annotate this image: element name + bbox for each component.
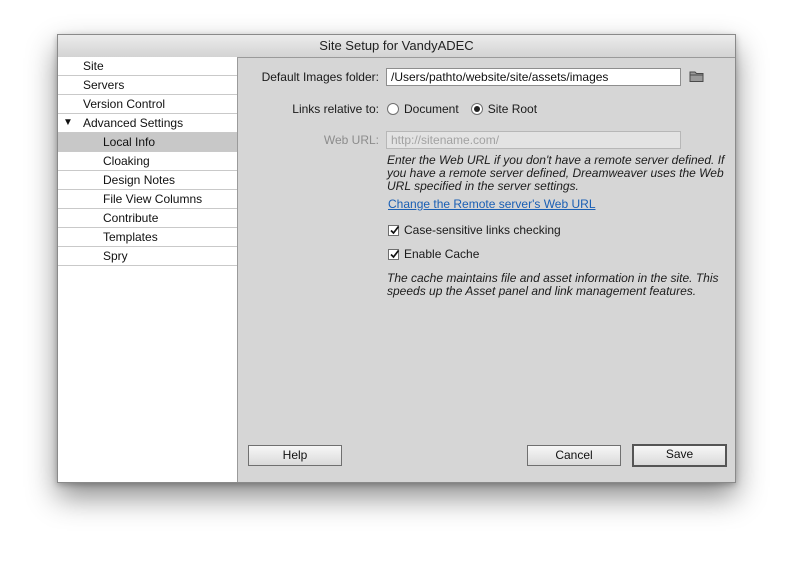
cancel-button[interactable]: Cancel (527, 445, 621, 466)
save-button[interactable]: Save (632, 444, 727, 467)
sidebar-item-cloaking[interactable]: Cloaking (58, 152, 237, 171)
window-title: Site Setup for VandyADEC (58, 35, 735, 58)
disclosure-triangle-icon[interactable]: ▼ (63, 114, 73, 132)
checkmark-icon (390, 225, 400, 234)
help-button[interactable]: Help (248, 445, 342, 466)
sidebar-item-contribute[interactable]: Contribute (58, 209, 237, 228)
sidebar-item-version-control[interactable]: Version Control (58, 95, 237, 114)
sidebar-item-file-view-columns[interactable]: File View Columns (58, 190, 237, 209)
case-sensitive-label: Case-sensitive links checking (404, 223, 561, 237)
links-relative-label: Links relative to: (292, 102, 379, 116)
enable-cache-label: Enable Cache (404, 247, 480, 261)
case-sensitive-checkbox[interactable] (388, 224, 400, 236)
sidebar-item-local-info[interactable]: Local Info (58, 133, 237, 152)
site-setup-dialog: Site Setup for VandyADEC Site Servers Ve… (57, 34, 736, 483)
folder-icon[interactable] (689, 70, 705, 86)
case-sensitive-row: Case-sensitive links checking (388, 223, 561, 237)
web-url-input[interactable]: http://sitename.com/ (386, 131, 681, 149)
radio-document-label: Document (404, 102, 459, 116)
images-folder-label: Default Images folder: (261, 70, 379, 84)
sidebar-item-label: Advanced Settings (83, 116, 184, 130)
sidebar-item-templates[interactable]: Templates (58, 228, 237, 247)
local-info-panel: Default Images folder: /Users/pathto/web… (238, 57, 735, 482)
change-remote-url-link[interactable]: Change the Remote server's Web URL (388, 197, 596, 211)
web-url-note: Enter the Web URL if you don't have a re… (387, 153, 725, 193)
sidebar-item-spry[interactable]: Spry (58, 247, 237, 266)
web-url-label: Web URL: (323, 133, 379, 147)
enable-cache-row: Enable Cache (388, 247, 479, 261)
sidebar-item-servers[interactable]: Servers (58, 76, 237, 95)
links-relative-radio-group: Document Site Root (387, 101, 537, 117)
checkmark-icon (390, 249, 400, 258)
sidebar: Site Servers Version Control ▼ Advanced … (58, 57, 238, 482)
sidebar-item-design-notes[interactable]: Design Notes (58, 171, 237, 190)
radio-document[interactable] (387, 103, 399, 115)
radio-site-root[interactable] (470, 103, 483, 115)
sidebar-item-site[interactable]: Site (58, 57, 237, 76)
radio-site-root-label: Site Root (487, 102, 538, 116)
images-folder-input[interactable]: /Users/pathto/website/site/assets/images (386, 68, 681, 86)
cache-note: The cache maintains file and asset infor… (387, 271, 719, 298)
sidebar-item-advanced-settings[interactable]: ▼ Advanced Settings (58, 114, 237, 133)
enable-cache-checkbox[interactable] (388, 248, 400, 260)
